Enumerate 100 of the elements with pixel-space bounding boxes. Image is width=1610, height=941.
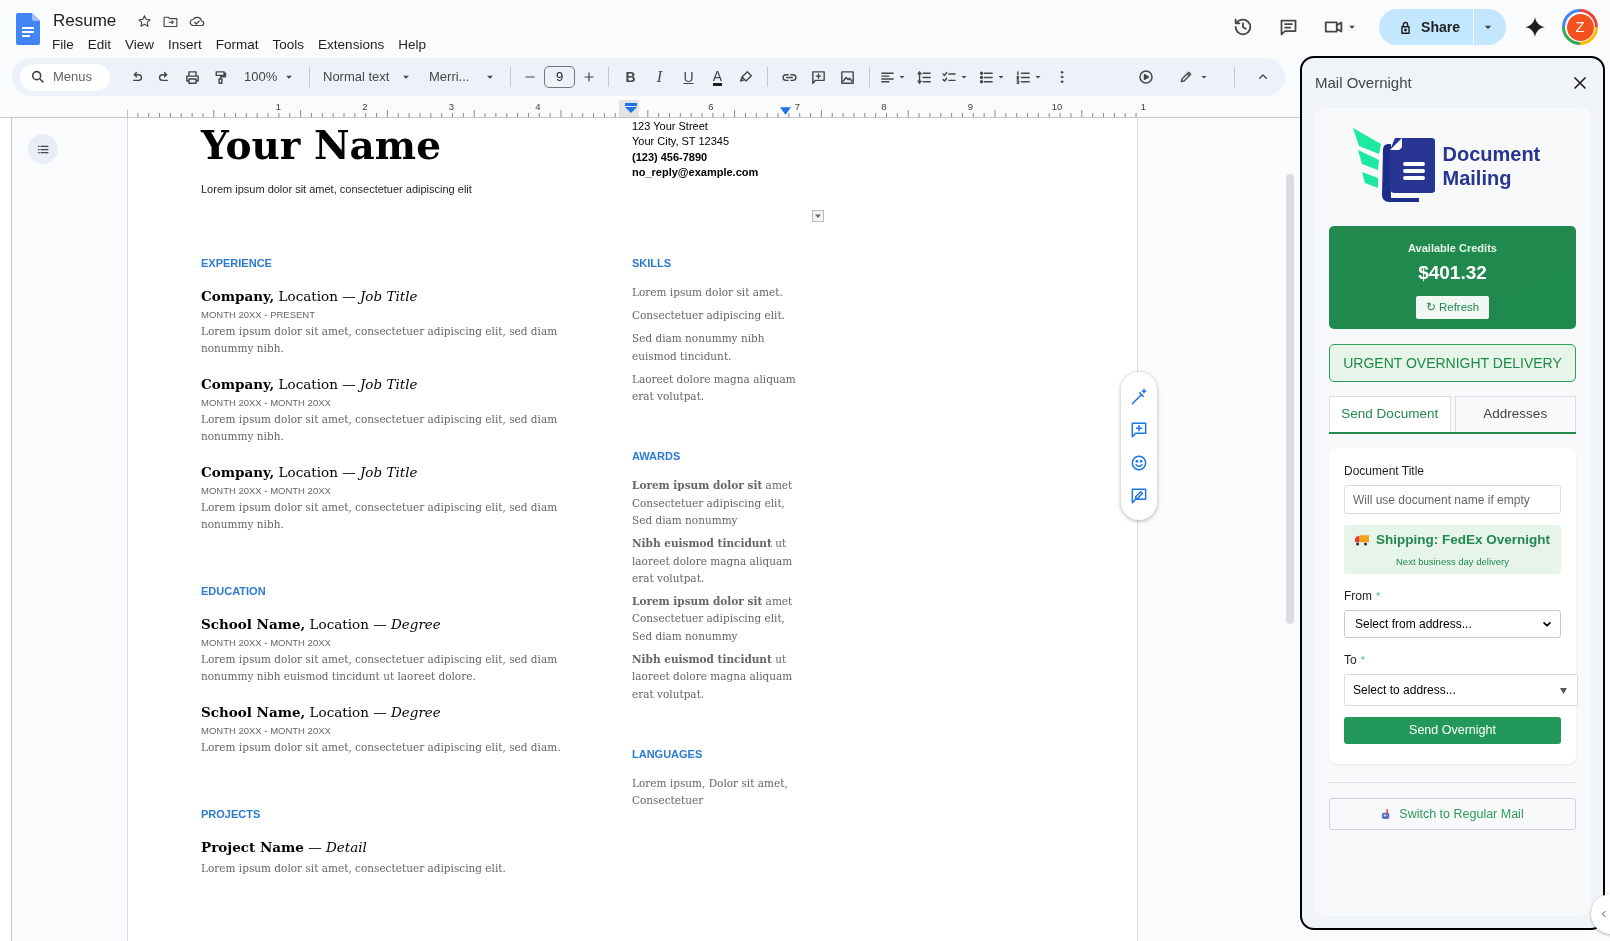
section-heading: AWARDS <box>632 449 682 464</box>
docs-logo-icon[interactable] <box>16 13 40 45</box>
resume-name: Your Name <box>201 121 442 170</box>
add-comment-icon <box>810 68 827 86</box>
contact-line: Your City, ST 12345 <box>632 134 731 150</box>
field-label: Document Title <box>1344 463 1426 480</box>
ruler-number: 1 <box>1140 100 1147 114</box>
section-item: Lorem ipsum, Dolor sit amet, Consectetuer <box>632 775 789 809</box>
contact-line: 123 Your Street <box>632 119 709 134</box>
entry-title: Company, Location — Job Title <box>201 287 419 305</box>
style-dropdown[interactable]: Normal text <box>317 63 419 91</box>
section-item: Consectetuer adipiscing elit. <box>632 307 786 323</box>
ruler-number: 4 <box>535 100 541 114</box>
outline-button[interactable] <box>28 134 58 164</box>
italic-button[interactable]: I <box>645 63 674 91</box>
print-icon <box>183 68 201 86</box>
section-item: Lorem ipsum dolor sit amet Consectetuer adipiscing elit, Sed diam nonummy <box>632 594 794 644</box>
resume-tagline: Lorem ipsum dolor sit amet, consectetuer adipiscing elit <box>201 182 473 197</box>
entry-description: Lorem ipsum dolor sit amet, consectetuer adipiscing elit, sed diam nonummy nibh. <box>201 500 559 532</box>
play-icon <box>1137 68 1155 86</box>
menu-item[interactable]: Tools <box>265 34 312 57</box>
highlighter-icon <box>738 69 754 85</box>
required-mark: * <box>1360 652 1365 668</box>
send-overnight-button[interactable]: Send Overnight <box>1344 717 1561 744</box>
entry-description: Lorem ipsum dolor sit amet, consectetuer adipiscing elit, sed diam nonummy nibh. <box>201 412 559 444</box>
menu-item[interactable]: Help <box>391 34 433 57</box>
to-address-select[interactable]: Select to address... <box>1344 674 1578 706</box>
entry-description: Lorem ipsum dolor sit amet, consectetuer adipiscing elit, sed diam nonummy nibh euismod tincidunt ut laoreet dolore. <box>201 652 559 684</box>
dropdown-icon[interactable] <box>812 210 824 222</box>
section-item: Lorem ipsum dolor sit amet. <box>632 284 784 300</box>
brand-name: Document Mailing <box>1442 142 1542 190</box>
star-icon[interactable] <box>136 12 154 30</box>
section-item: Nibh euismod tincidunt ut laoreet dolore magna aliquam erat volutpat. <box>632 536 794 586</box>
text-color-button[interactable]: A <box>703 63 732 91</box>
menu-item[interactable]: Format <box>208 34 266 57</box>
entry-description: Lorem ipsum dolor sit amet, consectetuer adipiscing elit, sed diam nonummy nibh. <box>201 324 559 356</box>
plus-icon <box>582 70 596 84</box>
required-mark: * <box>1376 588 1381 604</box>
contact-line: no_reply@example.com <box>632 165 760 181</box>
menu-item[interactable]: Edit <box>80 34 119 57</box>
line-spacing-icon <box>916 68 933 86</box>
ruler-number: 9 <box>967 100 974 114</box>
truck-icon <box>1355 534 1369 546</box>
section-item: Sed diam nonummy nibh euismod tincidunt. <box>632 331 766 364</box>
section-heading: PROJECTS <box>201 807 262 821</box>
ruler-number: 2 <box>362 100 368 114</box>
shipping-note: Next business day delivery <box>1396 554 1509 569</box>
entry-description: Lorem ipsum dolor sit amet, consectetuer adipiscing elit, sed diam. <box>201 740 562 755</box>
zoom-dropdown[interactable]: 100% <box>238 63 302 91</box>
menu-item[interactable]: Extensions <box>311 34 392 57</box>
tab[interactable]: Send Document <box>1329 396 1451 432</box>
entry-date: MONTH 20XX - PRESENT <box>201 308 317 321</box>
ruler-number: 8 <box>881 100 887 114</box>
credits-label: Available Credits <box>1408 241 1497 256</box>
search-icon <box>30 69 46 85</box>
entry-date: MONTH 20XX - MONTH 20XX <box>201 396 332 409</box>
refresh-button[interactable]: ↻ Refresh <box>1415 296 1490 319</box>
section-item: Nibh euismod tincidunt ut laoreet dolore magna aliquam erat volutpat. <box>632 652 794 702</box>
entry-title: School Name, Location — Degree <box>201 703 442 721</box>
pencil-icon <box>1178 69 1194 85</box>
urgent-delivery-banner: URGENT OVERNIGHT DELIVERY <box>1329 344 1576 382</box>
tab[interactable]: Addresses <box>1454 396 1576 432</box>
menu-search-field[interactable]: Menus <box>20 63 110 91</box>
entry-title: School Name, Location — Degree <box>201 615 442 633</box>
entry-date: MONTH 20XX - MONTH 20XX <box>201 484 332 497</box>
underline-button[interactable]: U <box>674 63 703 91</box>
document-title-field[interactable]: Will use document name if empty <box>1344 485 1561 514</box>
numbered-list-icon <box>1015 68 1032 86</box>
expand-panel-button[interactable] <box>1591 894 1610 934</box>
section-heading: EXPERIENCE <box>201 256 273 270</box>
section-heading: LANGUAGES <box>632 746 704 761</box>
scrollbar-thumb[interactable] <box>1286 174 1294 624</box>
credits-amount: $401.32 <box>1418 260 1487 285</box>
menu-item[interactable]: View <box>118 34 162 57</box>
indent-marker[interactable] <box>780 107 791 115</box>
ruler-number: 3 <box>448 100 455 114</box>
caret-icon <box>1560 686 1567 694</box>
ruler-number: 1 <box>275 100 282 114</box>
shipping-method: Shipping: FedEx Overnight <box>1376 531 1550 550</box>
font-size-field[interactable]: 9 <box>544 66 575 88</box>
sparkle-icon[interactable] <box>1524 16 1546 38</box>
section-item: Lorem ipsum dolor sit amet Consectetuer adipiscing elit, Sed diam nonummy <box>632 478 794 528</box>
section-heading: SKILLS <box>632 255 673 270</box>
section-item: Laoreet dolore magna aliquam erat volutpat. <box>632 371 797 405</box>
ruler-number: 10 <box>1051 100 1063 114</box>
field-label: To <box>1344 652 1357 669</box>
logo-icon <box>1352 128 1435 204</box>
ruler-number: 7 <box>794 100 801 114</box>
contact-line: (123) 456-7890 <box>632 149 709 165</box>
menu-item[interactable]: Insert <box>161 34 209 57</box>
menu-item[interactable]: File <box>45 34 81 57</box>
entry-date: MONTH 20XX - MONTH 20XX <box>201 636 332 649</box>
font-dropdown[interactable]: Merri... <box>423 63 503 91</box>
magic-pen-icon[interactable] <box>1129 386 1149 407</box>
entry-title: Company, Location — Job Title <box>201 375 419 393</box>
entry-description: Lorem ipsum dolor sit amet, consectetuer adipiscing elit. <box>201 861 507 876</box>
from-address-select[interactable]: Select from address... <box>1344 610 1561 638</box>
document-title[interactable]: Resume <box>53 10 117 32</box>
indent-marker[interactable] <box>625 103 637 113</box>
bold-button[interactable]: B <box>616 63 645 91</box>
